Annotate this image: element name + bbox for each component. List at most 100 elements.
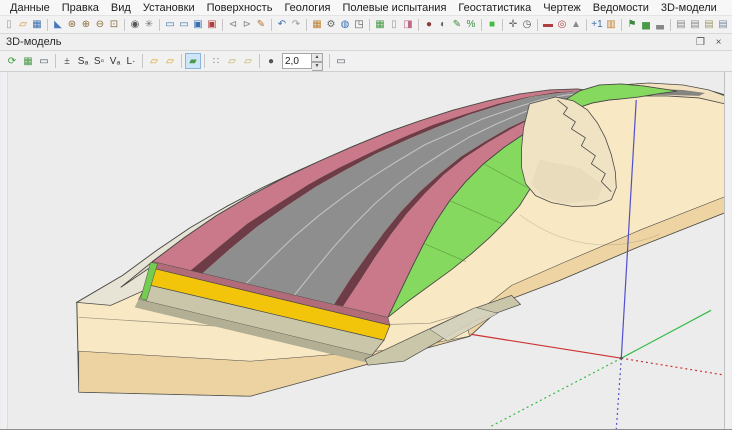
menu-item-2[interactable]: Вид <box>105 2 137 14</box>
table-view-icon[interactable]: ▦ <box>373 17 387 32</box>
redo-icon[interactable]: ↷ <box>289 17 303 32</box>
toolbar-separator <box>204 54 205 68</box>
length-label-icon[interactable]: L· <box>123 53 139 69</box>
report-2-icon[interactable]: ▤ <box>688 17 702 32</box>
menu-item-1[interactable]: Правка <box>56 2 105 14</box>
surface-folder-2-icon[interactable]: ▱ <box>162 53 178 69</box>
3d-scene[interactable] <box>0 72 732 429</box>
layers-view-icon[interactable]: ▦ <box>20 53 36 69</box>
toolbar-separator <box>369 19 370 31</box>
menu-item-9[interactable]: Ведомости <box>587 2 655 14</box>
menu-item-5[interactable]: Геология <box>278 2 336 14</box>
print-blue-icon[interactable]: ▣ <box>191 17 205 32</box>
report-3-icon[interactable]: ▤ <box>702 17 716 32</box>
move-cross-icon[interactable]: ✛ <box>506 17 520 32</box>
panel-toolbar-icons-after: ▭ <box>326 53 349 69</box>
menu-item-0[interactable]: Данные <box>4 2 56 14</box>
flag-green-icon[interactable]: ⚑ <box>625 17 639 32</box>
toolbar-separator <box>271 19 272 31</box>
surface-folder-1-icon[interactable]: ▱ <box>146 53 162 69</box>
toolbar-separator <box>306 19 307 31</box>
zoom-out-icon[interactable]: ⊖ <box>93 17 107 32</box>
toolbar-separator <box>47 19 48 31</box>
toolbar-separator <box>181 54 182 68</box>
panel-title: 3D-модель <box>6 36 690 48</box>
screen-view-icon[interactable]: ▭ <box>36 53 52 69</box>
left-gutter <box>1 72 7 429</box>
target-point-icon[interactable]: ◎ <box>555 17 569 32</box>
sphere-shade-icon[interactable]: ● <box>263 53 279 69</box>
slope-percent-icon[interactable]: % <box>464 17 478 32</box>
undo-icon[interactable]: ↶ <box>275 17 289 32</box>
toolbar-separator <box>159 19 160 31</box>
zoom-in-icon[interactable]: ⊕ <box>79 17 93 32</box>
right-gutter <box>725 72 731 429</box>
compass-icon[interactable]: ◷ <box>520 17 534 32</box>
image-folder-icon[interactable]: ▦ <box>310 17 324 32</box>
settings-tools-icon[interactable]: ⚙ <box>324 17 338 32</box>
flat-folder-2-icon[interactable]: ▱ <box>240 53 256 69</box>
profile-line-icon[interactable]: ▬ <box>541 17 555 32</box>
menu-item-7[interactable]: Геостатистика <box>452 2 537 14</box>
axis-scale-icon[interactable]: ± <box>59 53 75 69</box>
edit-pencil-icon[interactable]: ✎ <box>254 17 268 32</box>
refresh-view-icon[interactable]: ⟳ <box>4 53 20 69</box>
toolbar-separator <box>142 54 143 68</box>
menu-item-4[interactable]: Поверхность <box>201 2 279 14</box>
edit-confirm-icon[interactable]: ✎ <box>450 17 464 32</box>
zoom-prev-icon[interactable]: ⊲ <box>226 17 240 32</box>
menu-item-10[interactable]: 3D-модели <box>655 2 723 14</box>
open-file-icon[interactable]: ▱ <box>16 17 30 32</box>
panel-toolbar: ⟳▦▭±SₐS▫VₐL·▱▱▰∷▱▱● ▲ ▼ ▭ <box>0 51 732 72</box>
save-file-icon[interactable]: ▦ <box>30 17 44 32</box>
report-1-icon[interactable]: ▤ <box>674 17 688 32</box>
float-window-icon[interactable]: ❐ <box>693 36 708 49</box>
zoom-window-icon[interactable]: ⊡ <box>107 17 121 32</box>
panel-title-bar: 3D-модель ❐ × <box>0 34 732 51</box>
capture-view-icon[interactable]: ▭ <box>333 53 349 69</box>
chart-gray-icon[interactable]: ▃ <box>653 17 667 32</box>
main-toolbar: ▯▱▦◣⊛⊕⊖⊡◉✳▭▭▣▣⊲⊳✎↶↷▦⚙◍◳▦▯◨●◐✎%■✛◷▬◎▲+1▥⚑… <box>0 16 732 34</box>
sphere-move-icon[interactable]: ◐ <box>436 17 450 32</box>
info-icon[interactable]: ◍ <box>338 17 352 32</box>
toolbar-separator <box>502 19 503 31</box>
toolbar-separator <box>621 19 622 31</box>
borehole-pair-icon[interactable]: ▲ <box>569 17 583 32</box>
surface-label-sq-icon[interactable]: S▫ <box>91 53 107 69</box>
viewport-3d[interactable] <box>0 72 732 430</box>
spin-up-button[interactable]: ▲ <box>312 53 323 62</box>
toolbar-separator <box>670 19 671 31</box>
fit-extents-icon[interactable]: ✳ <box>142 17 156 32</box>
scale-spinbox: ▲ ▼ <box>282 53 323 69</box>
new-document-icon[interactable]: ▯ <box>2 17 16 32</box>
histogram-icon[interactable]: ▥ <box>604 17 618 32</box>
orbit-view-icon[interactable]: ◉ <box>128 17 142 32</box>
flat-folder-1-icon[interactable]: ▱ <box>224 53 240 69</box>
sheet-view-icon[interactable]: ▯ <box>387 17 401 32</box>
report-4-icon[interactable]: ▤ <box>716 17 730 32</box>
toolbar-separator <box>418 19 419 31</box>
sheet-add-icon[interactable]: ◨ <box>401 17 415 32</box>
add-one-icon[interactable]: +1 <box>590 17 604 32</box>
select-cursor-icon[interactable]: ◣ <box>51 17 65 32</box>
section-marks-icon[interactable]: ∷ <box>208 53 224 69</box>
close-icon[interactable]: × <box>711 36 726 49</box>
surface-label-sa-icon[interactable]: Sₐ <box>75 53 91 69</box>
scale-input[interactable] <box>282 53 312 69</box>
spin-down-button[interactable]: ▼ <box>312 62 323 71</box>
view-card-1-icon[interactable]: ▭ <box>163 17 177 32</box>
volume-label-icon[interactable]: Vₐ <box>107 53 123 69</box>
print-red-icon[interactable]: ▣ <box>205 17 219 32</box>
menu-item-8[interactable]: Чертеж <box>537 2 587 14</box>
zoom-next-icon[interactable]: ⊳ <box>240 17 254 32</box>
menu-item-6[interactable]: Полевые испытания <box>336 2 452 14</box>
chart-green-icon[interactable]: ▅ <box>639 17 653 32</box>
menu-bar: ДанныеПравкаВидУстановкиПоверхностьГеоло… <box>0 0 732 16</box>
menu-item-3[interactable]: Установки <box>137 2 201 14</box>
select-region-icon[interactable]: ◳ <box>352 17 366 32</box>
zoom-dynamic-icon[interactable]: ⊛ <box>65 17 79 32</box>
surface-panel-icon[interactable]: ■ <box>485 17 499 32</box>
view-card-2-icon[interactable]: ▭ <box>177 17 191 32</box>
point-marker-icon[interactable]: ● <box>422 17 436 32</box>
surfaces-visible-icon[interactable]: ▰ <box>185 53 201 69</box>
